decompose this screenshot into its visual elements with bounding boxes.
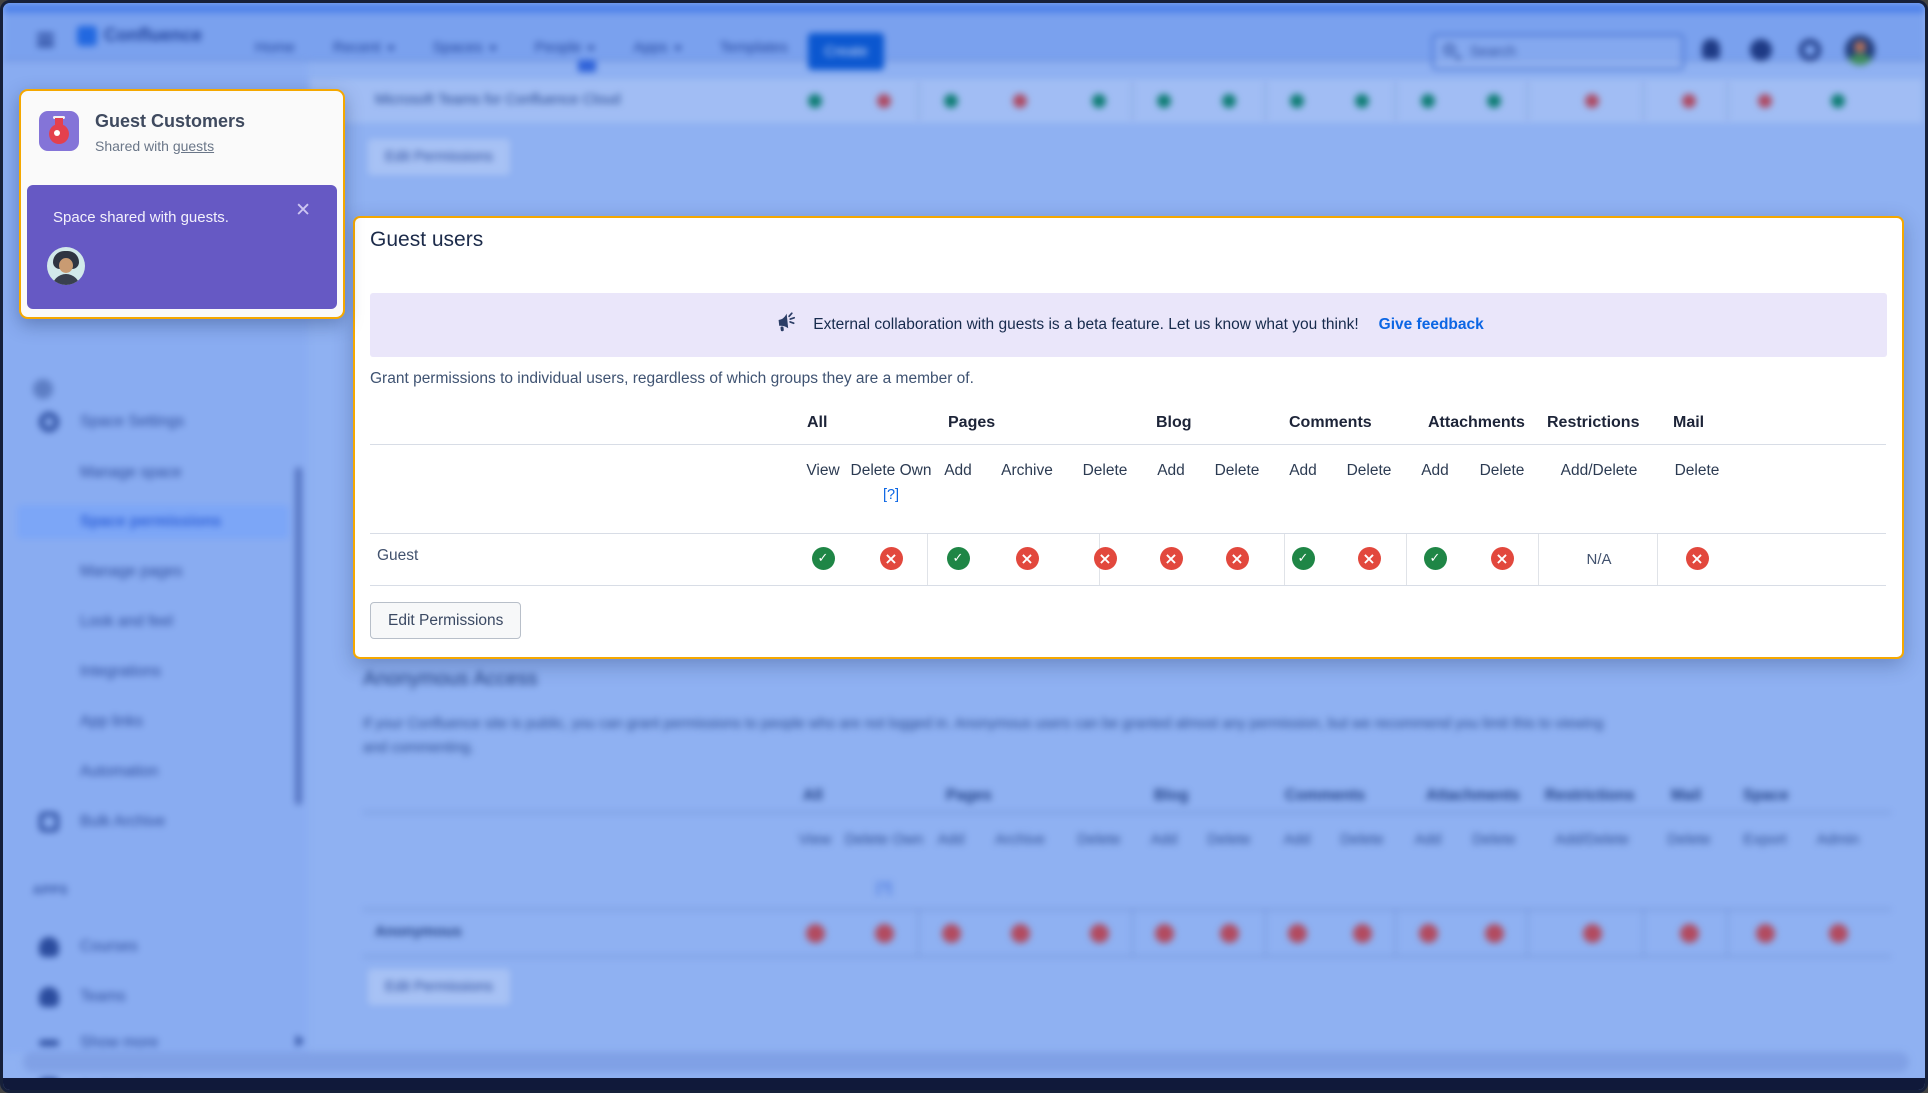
permission-denied-icon [875,924,894,943]
permission-denied-icon [1680,924,1699,943]
guest-customers-spotlight-card: Guest Customers Shared with guests Space… [19,89,345,319]
table-rule [370,533,1886,534]
permission-denied-icon [1419,924,1438,943]
avatar-shoulders [52,274,80,285]
column-group-pages: Pages [948,414,995,432]
tooltip-text: Space shared with guests. [53,209,229,226]
anon-help-link[interactable]: [?] [838,879,930,895]
permission-denied-icon: × [1016,547,1039,570]
column-subheader-delete: Delete [1456,460,1548,481]
anon-column-group-restrictions: Restrictions [1545,787,1635,805]
anon-column-subheader: Delete [1448,829,1540,850]
confluence-window: Confluence HomeRecentSpacesPeopleAppsTem… [0,0,1928,1093]
guest-user-avatar [47,247,85,285]
row-divider [1132,909,1133,956]
column-subheader-delete: Delete [1651,460,1743,481]
anon-row-label: Anonymous [375,923,462,940]
row-divider [1395,909,1396,956]
permission-denied-icon: × [1491,547,1514,570]
anonymous-edit-permissions-button[interactable]: Edit Permissions [368,969,510,1005]
anon-column-group-space: Space [1743,787,1789,805]
permission-denied-icon [1090,924,1109,943]
permission-allowed-icon: ✓ [812,547,835,570]
avatar-face [59,258,73,273]
table-rule [363,812,1891,813]
space-subtitle: Shared with guests [95,138,245,154]
column-group-comments: Comments [1289,414,1372,432]
row-divider [1727,909,1728,956]
anon-column-group-pages: Pages [946,787,992,805]
permission-denied-icon: × [1160,547,1183,570]
permission-allowed-icon: ✓ [947,547,970,570]
permission-denied-icon [1485,924,1504,943]
column-group-restrictions: Restrictions [1547,414,1639,432]
space-title: Guest Customers [95,111,245,133]
row-divider [1527,909,1528,956]
permission-denied-icon [1756,924,1775,943]
permission-denied-icon: × [1686,547,1709,570]
row-divider [1284,534,1285,585]
anon-column-group-mail: Mail [1671,787,1701,805]
table-rule [363,956,1891,957]
permission-allowed-icon: ✓ [1424,547,1447,570]
column-group-all: All [807,414,827,432]
anon-column-group-attachments: Attachments [1426,787,1520,805]
row-divider [1538,534,1539,585]
column-subheader-add-delete: Add/Delete [1553,460,1645,481]
permission-denied-icon [1829,924,1848,943]
delete-own-help-link[interactable]: [?] [845,485,937,505]
column-group-mail: Mail [1673,414,1704,432]
permission-denied-icon [1155,924,1174,943]
row-divider [1406,534,1407,585]
permission-na: N/A [1559,551,1639,568]
row-divider [1265,909,1266,956]
anon-column-group-comments: Comments [1285,787,1365,805]
column-group-blog: Blog [1156,414,1192,432]
flask-highlight [54,130,60,136]
row-divider [1657,534,1658,585]
guest-edit-permissions-button[interactable]: Edit Permissions [370,602,521,639]
row-divider [927,534,928,585]
column-group-attachments: Attachments [1428,414,1525,432]
anon-column-subheader: Add/Delete [1546,829,1638,850]
permission-denied-icon [1353,924,1372,943]
guest-permissions-table: All Pages Blog Comments Attachments Restricti… [355,218,1902,657]
permission-denied-icon [1220,924,1239,943]
guest-users-panel: Guest users External collaboration with … [353,216,1904,659]
permission-denied-icon: × [1226,547,1249,570]
space-header: Guest Customers Shared with guests [39,111,245,154]
row-divider [918,909,919,956]
row-divider [1643,909,1644,956]
permission-denied-icon: × [880,547,903,570]
horizontal-scrollbar[interactable] [23,1052,1909,1072]
space-title-block: Guest Customers Shared with guests [95,111,245,154]
permission-allowed-icon: ✓ [1292,547,1315,570]
anon-column-group-all: All [803,787,823,805]
window-bottom-bar [3,1078,1925,1093]
space-avatar-icon [39,111,79,151]
anon-column-subheader: Admin [1792,829,1884,850]
permission-denied-icon [1288,924,1307,943]
close-icon[interactable]: ✕ [295,199,311,221]
space-shared-tooltip: Space shared with guests. ✕ [27,185,337,309]
permission-denied-icon: × [1094,547,1117,570]
permission-denied-icon [806,924,825,943]
table-rule [363,909,1891,910]
guests-link[interactable]: guests [173,138,214,154]
permission-denied-icon: × [1358,547,1381,570]
anon-column-group-blog: Blog [1154,787,1188,805]
guest-row-label: Guest [377,547,418,565]
permission-denied-icon [1583,924,1602,943]
space-subtitle-prefix: Shared with [95,138,173,154]
permission-denied-icon [1011,924,1030,943]
permission-denied-icon [942,924,961,943]
table-rule [370,585,1886,586]
table-rule [370,444,1886,445]
